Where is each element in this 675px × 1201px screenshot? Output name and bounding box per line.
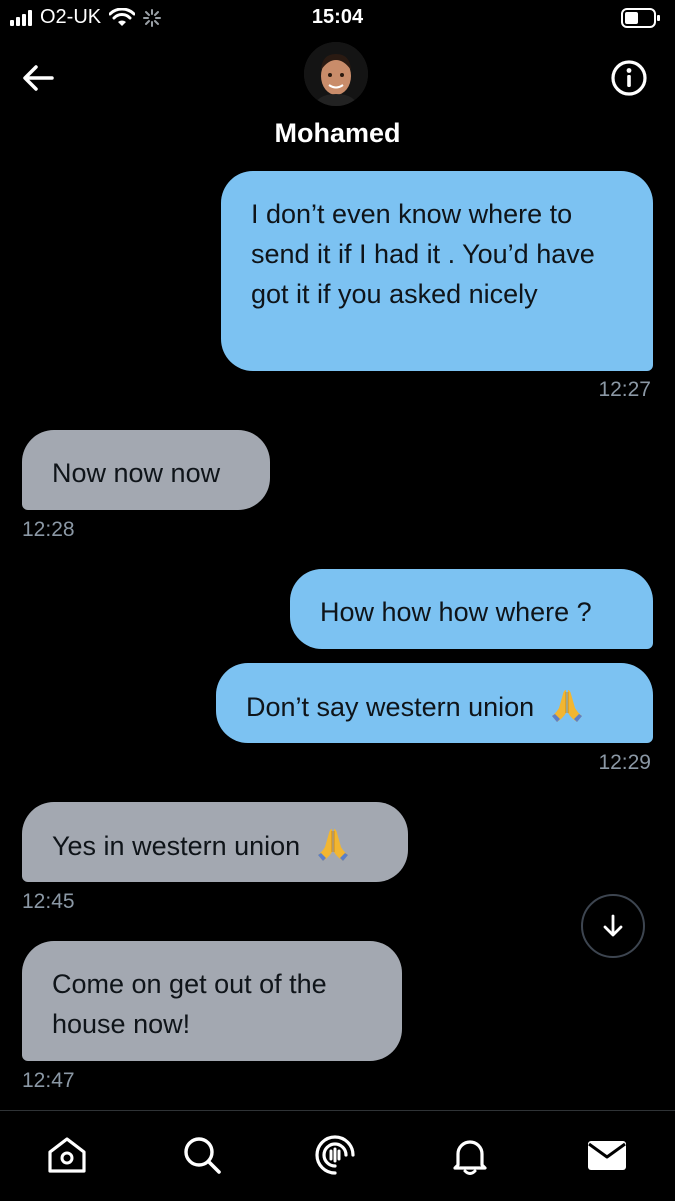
message-text: Come on get out of the house now!	[52, 969, 327, 1039]
message-bubble-received[interactable]: Yes in western union	[22, 802, 408, 882]
message-timestamp: 12:47	[22, 1069, 75, 1092]
message-timestamp: 12:45	[22, 890, 75, 913]
home-icon[interactable]	[45, 1133, 89, 1177]
search-icon[interactable]	[180, 1133, 224, 1177]
folded-hands-emoji-icon	[551, 690, 582, 722]
message-bubble-received[interactable]: Now now now	[22, 430, 270, 510]
status-time: 15:04	[311, 6, 364, 28]
notifications-icon[interactable]	[448, 1133, 492, 1177]
message-timestamp: 12:28	[22, 518, 75, 541]
bottom-tab-bar	[0, 1110, 675, 1201]
message-bubble-sent[interactable]: Don’t say western union	[216, 663, 653, 743]
back-arrow-icon[interactable]	[18, 58, 58, 98]
conversation-header: Mohamed	[0, 40, 675, 155]
message-text: Now now now	[52, 458, 221, 488]
message-text: Don’t say western union	[246, 692, 535, 722]
message-bubble-sent[interactable]: I don’t even know where to send it if I …	[221, 171, 653, 371]
contact-name: Mohamed	[274, 118, 401, 148]
message-bubble-received[interactable]: Come on get out of the house now!	[22, 941, 402, 1061]
avatar-photo	[304, 42, 368, 106]
scroll-to-bottom-button[interactable]	[581, 894, 645, 958]
folded-hands-emoji-icon	[317, 829, 348, 861]
arrow-down-icon	[603, 914, 623, 937]
status-bar: O2-UK 15:04	[0, 0, 675, 40]
contact-avatar[interactable]	[304, 42, 368, 106]
battery-icon	[621, 8, 660, 28]
message-timestamp: 12:29	[598, 751, 651, 774]
message-bubble-sent[interactable]: How how how where ?	[290, 569, 653, 649]
messages-icon[interactable]	[585, 1133, 629, 1177]
message-text: How how how where ?	[320, 597, 592, 627]
info-icon[interactable]	[609, 58, 649, 98]
message-timestamp: 12:27	[598, 378, 651, 401]
message-text: I don’t even know where to send it if I …	[251, 199, 595, 309]
message-text: Yes in western union	[52, 831, 301, 861]
spaces-icon[interactable]	[313, 1133, 357, 1177]
